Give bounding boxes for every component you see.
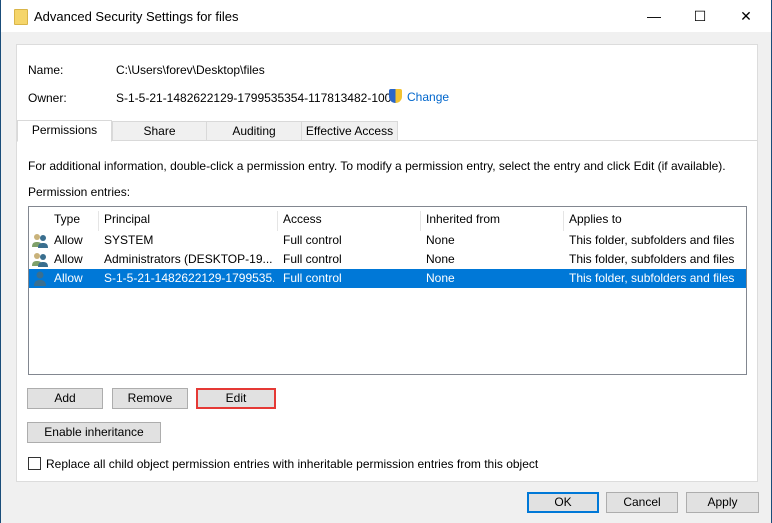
replace-child-permissions-label[interactable]: Replace all child object permission entr… xyxy=(46,457,538,471)
column-applies-to[interactable]: Applies to xyxy=(564,211,746,231)
add-button[interactable]: Add xyxy=(27,388,103,409)
maximize-button[interactable]: ☐ xyxy=(677,0,723,32)
group-icon xyxy=(32,253,48,267)
enable-inheritance-button[interactable]: Enable inheritance xyxy=(27,422,161,443)
cell-inherited: None xyxy=(426,252,455,266)
cell-type: Allow xyxy=(54,252,83,266)
column-principal[interactable]: Principal xyxy=(99,211,278,231)
cell-applies: This folder, subfolders and files xyxy=(569,252,735,266)
owner-value: S-1-5-21-1482622129-1799535354-117813482… xyxy=(116,91,399,105)
close-button[interactable]: ✕ xyxy=(723,0,769,32)
cell-principal: SYSTEM xyxy=(104,233,154,247)
user-icon xyxy=(34,271,46,286)
column-access[interactable]: Access xyxy=(278,211,421,231)
permission-entries-list[interactable]: Type Principal Access Inherited from App… xyxy=(28,206,747,375)
tab-auditing[interactable]: Auditing xyxy=(206,121,302,141)
permission-entry-row[interactable]: Allow S-1-5-21-1482622129-1799535... Full … xyxy=(29,269,746,288)
cell-type: Allow xyxy=(54,233,83,247)
entries-label: Permission entries: xyxy=(28,185,131,199)
cell-principal: S-1-5-21-1482622129-1799535... xyxy=(104,271,274,285)
column-inherited-from[interactable]: Inherited from xyxy=(421,211,564,231)
cell-access: Full control xyxy=(283,271,342,285)
cell-access: Full control xyxy=(283,252,342,266)
tab-effective-access[interactable]: Effective Access xyxy=(301,121,398,141)
replace-child-permissions-checkbox[interactable] xyxy=(28,457,41,470)
ok-button[interactable]: OK xyxy=(527,492,599,513)
cancel-button[interactable]: Cancel xyxy=(606,492,678,513)
name-label: Name: xyxy=(28,63,64,77)
title-bar: Advanced Security Settings for files — ☐… xyxy=(1,0,771,32)
security-dialog: Advanced Security Settings for files — ☐… xyxy=(1,0,771,523)
change-owner-link[interactable]: Change xyxy=(407,90,449,104)
permission-entry-row[interactable]: Allow Administrators (DESKTOP-19... Full c… xyxy=(29,250,746,269)
tab-permissions[interactable]: Permissions xyxy=(17,120,112,142)
cell-principal: Administrators (DESKTOP-19... xyxy=(104,252,273,266)
name-value: C:\Users\forev\Desktop\files xyxy=(116,63,265,77)
group-icon xyxy=(32,234,48,248)
cell-access: Full control xyxy=(283,233,342,247)
window-title: Advanced Security Settings for files xyxy=(34,9,239,24)
tab-share[interactable]: Share xyxy=(112,121,207,141)
info-text: For additional information, double-click… xyxy=(28,159,726,173)
apply-button[interactable]: Apply xyxy=(686,492,759,513)
permission-entry-row[interactable]: Allow SYSTEM Full control None This folder, … xyxy=(29,231,746,250)
cell-applies: This folder, subfolders and files xyxy=(569,233,735,247)
cell-applies: This folder, subfolders and files xyxy=(569,271,735,285)
remove-button[interactable]: Remove xyxy=(112,388,188,409)
cell-inherited: None xyxy=(426,233,455,247)
cell-type: Allow xyxy=(54,271,83,285)
cell-inherited: None xyxy=(426,271,455,285)
column-type[interactable]: Type xyxy=(49,211,99,231)
owner-label: Owner: xyxy=(28,91,67,105)
uac-shield-icon xyxy=(389,89,402,103)
edit-button[interactable]: Edit xyxy=(196,388,276,409)
minimize-button[interactable]: — xyxy=(631,0,677,32)
folder-icon xyxy=(14,9,28,25)
